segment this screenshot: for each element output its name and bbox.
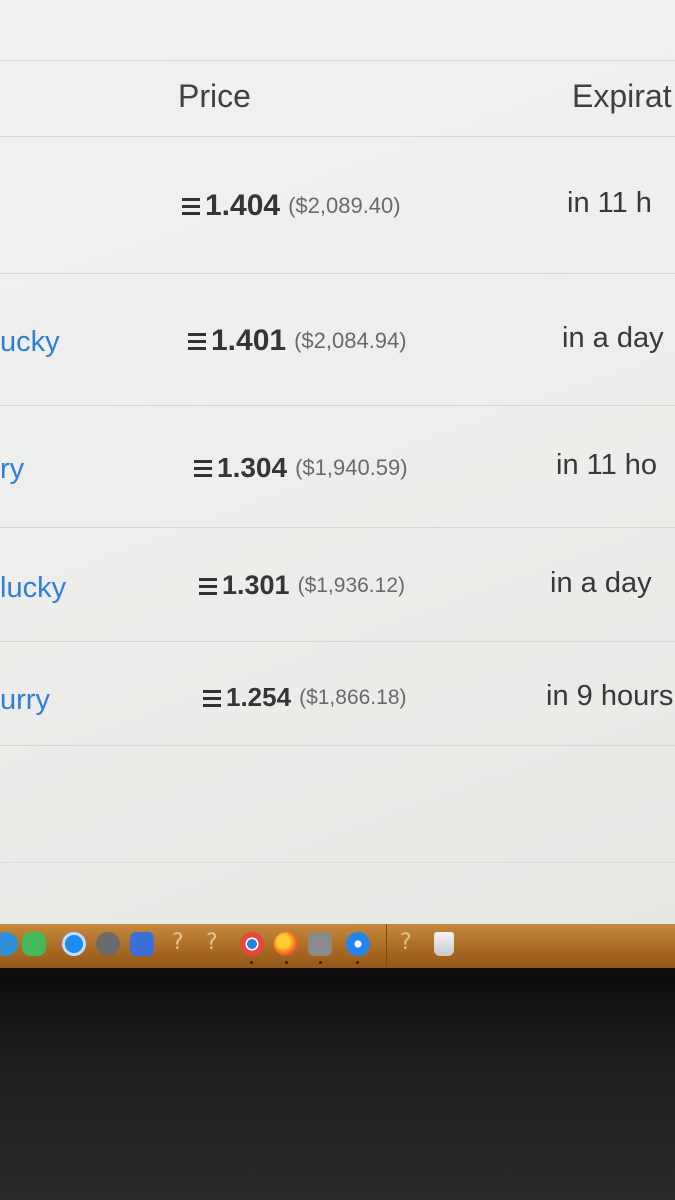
running-indicator [319, 961, 322, 964]
chrome-icon[interactable] [240, 932, 264, 956]
running-indicator [285, 961, 288, 964]
calculator-icon[interactable] [308, 932, 332, 956]
question-icon[interactable]: ? [400, 930, 412, 955]
running-indicator [250, 961, 253, 964]
usd-amount: ($1,866.18) [299, 685, 407, 709]
photo-icon[interactable] [96, 932, 120, 956]
finder-icon[interactable] [0, 932, 18, 956]
usd-amount: ($1,936.12) [297, 573, 405, 597]
expiration-cell: in 9 hours [546, 680, 674, 712]
eth-amount: 1.401 [211, 324, 287, 357]
price-cell: 1.301 ($1,936.12) [199, 570, 405, 601]
eth-amount: 1.254 [226, 682, 292, 712]
table-row: lucky 1.301 ($1,936.12) in a day [0, 528, 675, 648]
expiration-cell: in 11 ho [556, 449, 658, 481]
from-user-link[interactable]: ucky [0, 326, 120, 359]
price-cell: 1.254 ($1,866.18) [203, 682, 407, 713]
running-indicator [356, 961, 359, 964]
row-divider [0, 745, 675, 746]
expiration-cell: in a day [562, 322, 664, 354]
price-cell: 1.404 ($2,089.40) [182, 189, 401, 223]
dock: ? ? ? [0, 924, 675, 968]
eth-amount: 1.404 [205, 189, 281, 222]
monitor-bezel [0, 968, 675, 1200]
dock-separator [386, 924, 387, 968]
ethereum-icon [194, 458, 212, 478]
price-cell: 1.401 ($2,084.94) [188, 324, 407, 358]
table-row: ucky 1.401 ($2,084.94) in a day [0, 274, 675, 394]
usd-amount: ($1,940.59) [295, 455, 408, 480]
question-icon[interactable]: ? [172, 930, 184, 955]
table-row: ry 1.304 ($1,940.59) in 11 ho [0, 406, 675, 526]
browser-content: Price Expirat 1.404 ($2,089.40) in 11 h u… [0, 0, 675, 925]
table-bottom-divider [0, 862, 675, 863]
price-column-header[interactable]: Price [178, 78, 251, 115]
ethereum-icon [203, 688, 221, 708]
expiration-column-header[interactable]: Expirat [572, 78, 672, 115]
usd-amount: ($2,089.40) [288, 193, 401, 218]
from-user-link[interactable]: urry [0, 684, 120, 717]
ethereum-icon [188, 331, 206, 351]
question-icon[interactable]: ? [206, 930, 218, 955]
table-row: 1.404 ($2,089.40) in 11 h [0, 137, 675, 257]
price-cell: 1.304 ($1,940.59) [194, 452, 408, 484]
ethereum-icon [182, 196, 200, 216]
system-icon[interactable] [130, 932, 154, 956]
firefox-icon[interactable] [274, 932, 298, 956]
eth-amount: 1.301 [222, 570, 290, 600]
table-header: Price Expirat [0, 60, 675, 136]
table-row: urry 1.254 ($1,866.18) in 9 hours [0, 642, 675, 762]
expiration-cell: in 11 h [567, 187, 652, 219]
eth-amount: 1.304 [217, 452, 288, 483]
trash-icon[interactable] [434, 932, 454, 956]
from-user-link[interactable]: ry [0, 453, 120, 486]
ethereum-icon [199, 576, 217, 596]
safari-icon[interactable] [346, 932, 370, 956]
expiration-cell: in a day [550, 567, 652, 599]
usd-amount: ($2,084.94) [294, 328, 407, 353]
from-user-link[interactable]: lucky [0, 572, 120, 605]
app-store-icon[interactable] [62, 932, 86, 956]
messages-icon[interactable] [22, 932, 46, 956]
